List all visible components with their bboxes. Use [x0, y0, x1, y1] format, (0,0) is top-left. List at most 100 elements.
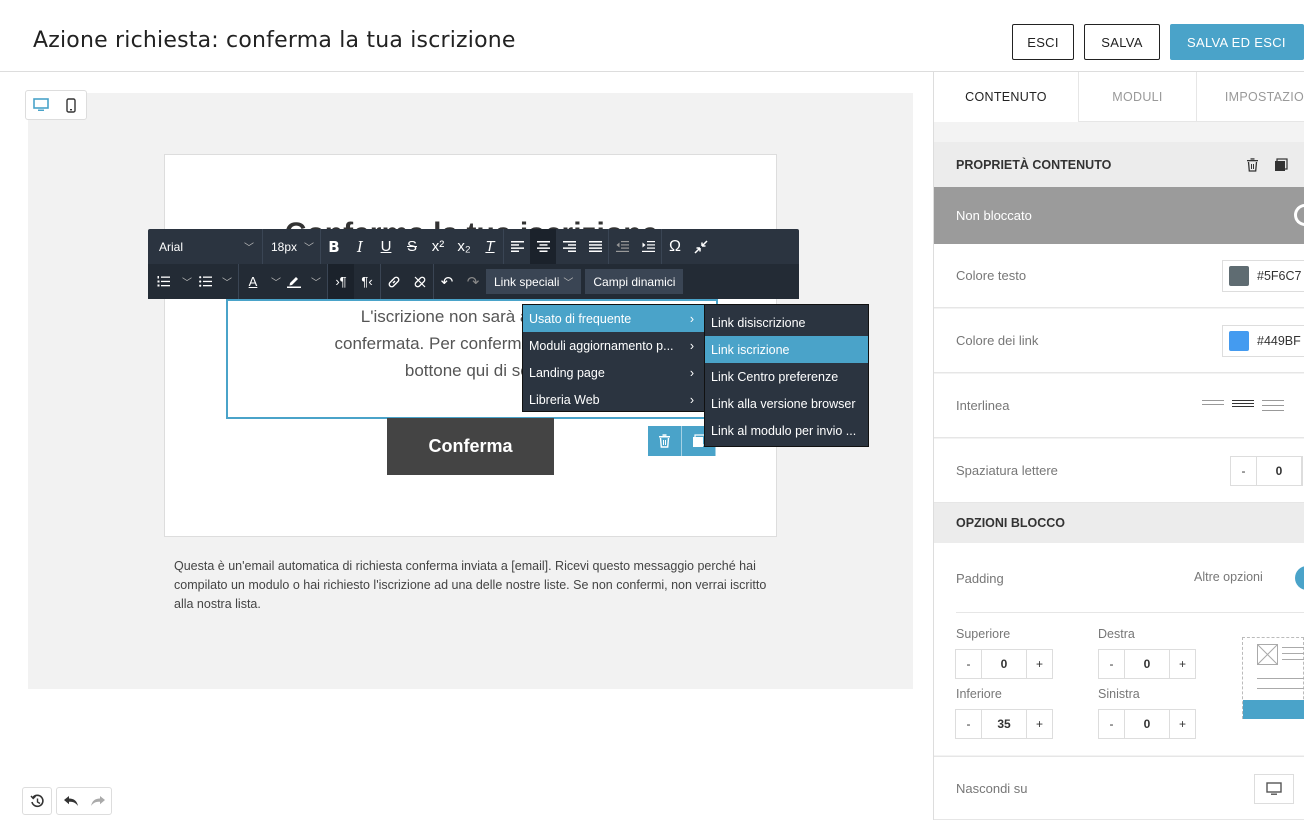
padding-top-value[interactable]: 0 [981, 650, 1027, 678]
tab-settings[interactable]: IMPOSTAZIO [1197, 72, 1304, 122]
font-family-select[interactable]: Arial ﹀ [148, 229, 263, 264]
submenu-item-forward-form-link[interactable]: Link al modulo per invio ... [705, 417, 868, 444]
chevron-down-icon[interactable]: ﹀ [182, 274, 192, 289]
underline-icon: U [380, 238, 392, 255]
submenu-item-browser-version-link[interactable]: Link alla versione browser [705, 390, 868, 417]
hide-on-row: Nascondi su [934, 756, 1304, 820]
padding-bottom-decrement[interactable]: - [956, 710, 981, 738]
padding-label: Padding [956, 570, 1004, 586]
text-color-picker[interactable]: #5F6C7 [1222, 260, 1304, 292]
special-char-button[interactable]: Ω [662, 229, 688, 264]
align-center-button[interactable] [530, 229, 556, 264]
highlight-color-button[interactable] [281, 264, 307, 299]
ordered-list-button[interactable] [148, 264, 178, 299]
menu-item-update-forms[interactable]: Moduli aggiornamento p... › [523, 332, 704, 359]
tab-modules[interactable]: MODULI [1079, 72, 1197, 122]
chevron-down-icon[interactable]: ﹀ [222, 274, 232, 289]
clear-format-button[interactable]: T [477, 229, 503, 264]
font-size-value: 18px [271, 239, 298, 254]
letter-spacing-value[interactable]: 0 [1256, 457, 1302, 485]
mobile-view-button[interactable] [56, 91, 86, 119]
collapse-toolbar-button[interactable] [688, 229, 714, 264]
line-height-loose-icon[interactable] [1262, 400, 1284, 411]
history-button[interactable] [22, 787, 52, 815]
rtl-direction-button[interactable]: ¶‹ [354, 264, 380, 299]
insert-link-button[interactable] [381, 264, 407, 299]
lock-toggle[interactable] [1294, 204, 1304, 226]
menu-item-frequent[interactable]: Usato di frequente › [523, 305, 704, 332]
padding-right-decrement[interactable]: - [1099, 650, 1124, 678]
trash-icon[interactable] [1246, 158, 1259, 172]
save-button[interactable]: SALVA [1084, 24, 1160, 60]
ltr-direction-button[interactable]: ›¶ [328, 264, 354, 299]
padding-bottom-value[interactable]: 35 [981, 710, 1027, 738]
menu-item-label: Landing page [529, 365, 605, 380]
duplicate-icon[interactable] [1274, 158, 1288, 172]
properties-panel: CONTENUTO MODULI IMPOSTAZIO PROPRIETÀ CO… [934, 72, 1304, 820]
toolbar-row-1: Arial ﹀ 18px ﹀ B I U S x² x₂ T Ω [148, 229, 799, 264]
menu-item-landing-page[interactable]: Landing page › [523, 359, 704, 386]
submenu-item-unsubscribe-link[interactable]: Link disiscrizione [705, 309, 868, 336]
unlink-icon [414, 276, 426, 287]
special-links-dropdown[interactable]: Link speciali ﹀ [486, 269, 582, 294]
undo-button[interactable] [57, 788, 84, 814]
chevron-down-icon[interactable]: ﹀ [311, 274, 321, 289]
toolbar-row-2: ﹀ ﹀ A ﹀ ﹀ ›¶ ¶‹ ↶ ↷ Link speciali ﹀ Camp… [148, 264, 799, 299]
menu-item-label: Moduli aggiornamento p... [529, 338, 674, 353]
hide-on-desktop-button[interactable] [1254, 774, 1294, 804]
delete-block-button[interactable] [648, 426, 682, 456]
text-color-row: Colore testo #5F6C7 [934, 244, 1304, 308]
padding-left-value[interactable]: 0 [1124, 710, 1170, 738]
exit-button[interactable]: ESCI [1012, 24, 1074, 60]
bold-button[interactable]: B [321, 229, 347, 264]
line-height-tight-icon[interactable] [1202, 400, 1224, 405]
bold-icon: B [328, 237, 340, 256]
italic-button[interactable]: I [347, 229, 373, 264]
more-options-toggle[interactable] [1295, 566, 1304, 590]
padding-right-increment[interactable]: + [1170, 650, 1195, 678]
menu-item-label: Libreria Web [529, 392, 600, 407]
menu-item-web-library[interactable]: Libreria Web › [523, 386, 704, 413]
indent-button[interactable] [635, 229, 661, 264]
toolbar-redo-button[interactable]: ↷ [460, 264, 486, 299]
chevron-down-icon[interactable]: ﹀ [271, 274, 281, 289]
line-height-normal-icon[interactable] [1232, 400, 1254, 407]
letter-spacing-decrement[interactable]: - [1231, 457, 1256, 485]
remove-link-button[interactable] [407, 264, 433, 299]
unordered-list-button[interactable] [192, 264, 218, 299]
submenu-item-subscribe-link[interactable]: Link iscrizione [705, 336, 868, 363]
submenu-item-preferences-link[interactable]: Link Centro preferenze [705, 363, 868, 390]
confirm-button[interactable]: Conferma [387, 418, 554, 475]
underline-button[interactable]: U [373, 229, 399, 264]
desktop-view-button[interactable] [26, 91, 56, 119]
dynamic-fields-dropdown[interactable]: Campi dinamici [585, 269, 684, 294]
align-right-button[interactable] [556, 229, 582, 264]
strikethrough-button[interactable]: S [399, 229, 425, 264]
indent-icon [641, 241, 655, 252]
redo-button[interactable] [84, 788, 111, 814]
outdent-button[interactable] [609, 229, 635, 264]
align-left-button[interactable] [504, 229, 530, 264]
align-left-icon [510, 241, 524, 252]
save-and-exit-button[interactable]: SALVA ED ESCI [1170, 24, 1304, 60]
font-size-select[interactable]: 18px ﹀ [263, 229, 321, 264]
subscript-button[interactable]: x₂ [451, 229, 477, 264]
padding-top-decrement[interactable]: - [956, 650, 981, 678]
superscript-button[interactable]: x² [425, 229, 451, 264]
align-justify-button[interactable] [582, 229, 608, 264]
line-height-row: Interlinea [934, 374, 1304, 438]
padding-bottom-increment[interactable]: + [1027, 710, 1052, 738]
text-color-button[interactable]: A [239, 264, 267, 299]
padding-left-decrement[interactable]: - [1099, 710, 1124, 738]
padding-top-increment[interactable]: + [1027, 650, 1052, 678]
padding-right-value[interactable]: 0 [1124, 650, 1170, 678]
frequent-links-submenu: Link disiscrizione Link iscrizione Link … [704, 304, 869, 447]
email-footer-text[interactable]: Questa è un'email automatica di richiest… [174, 557, 774, 614]
email-editor: Azione richiesta: conferma la tua iscriz… [0, 0, 1304, 820]
align-center-icon [536, 241, 550, 252]
desktop-icon [33, 98, 49, 111]
toolbar-undo-button[interactable]: ↶ [434, 264, 460, 299]
link-color-picker[interactable]: #449BF [1222, 325, 1304, 357]
tab-content[interactable]: CONTENUTO [934, 72, 1079, 122]
padding-left-increment[interactable]: + [1170, 710, 1195, 738]
